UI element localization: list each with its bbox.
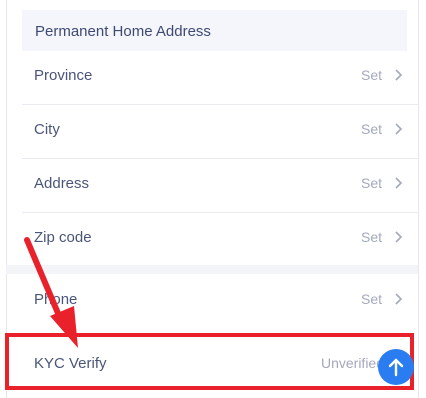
annotation-arrow	[24, 237, 78, 348]
scroll-top-button[interactable]	[378, 349, 414, 385]
arrow-up-icon	[388, 358, 404, 377]
